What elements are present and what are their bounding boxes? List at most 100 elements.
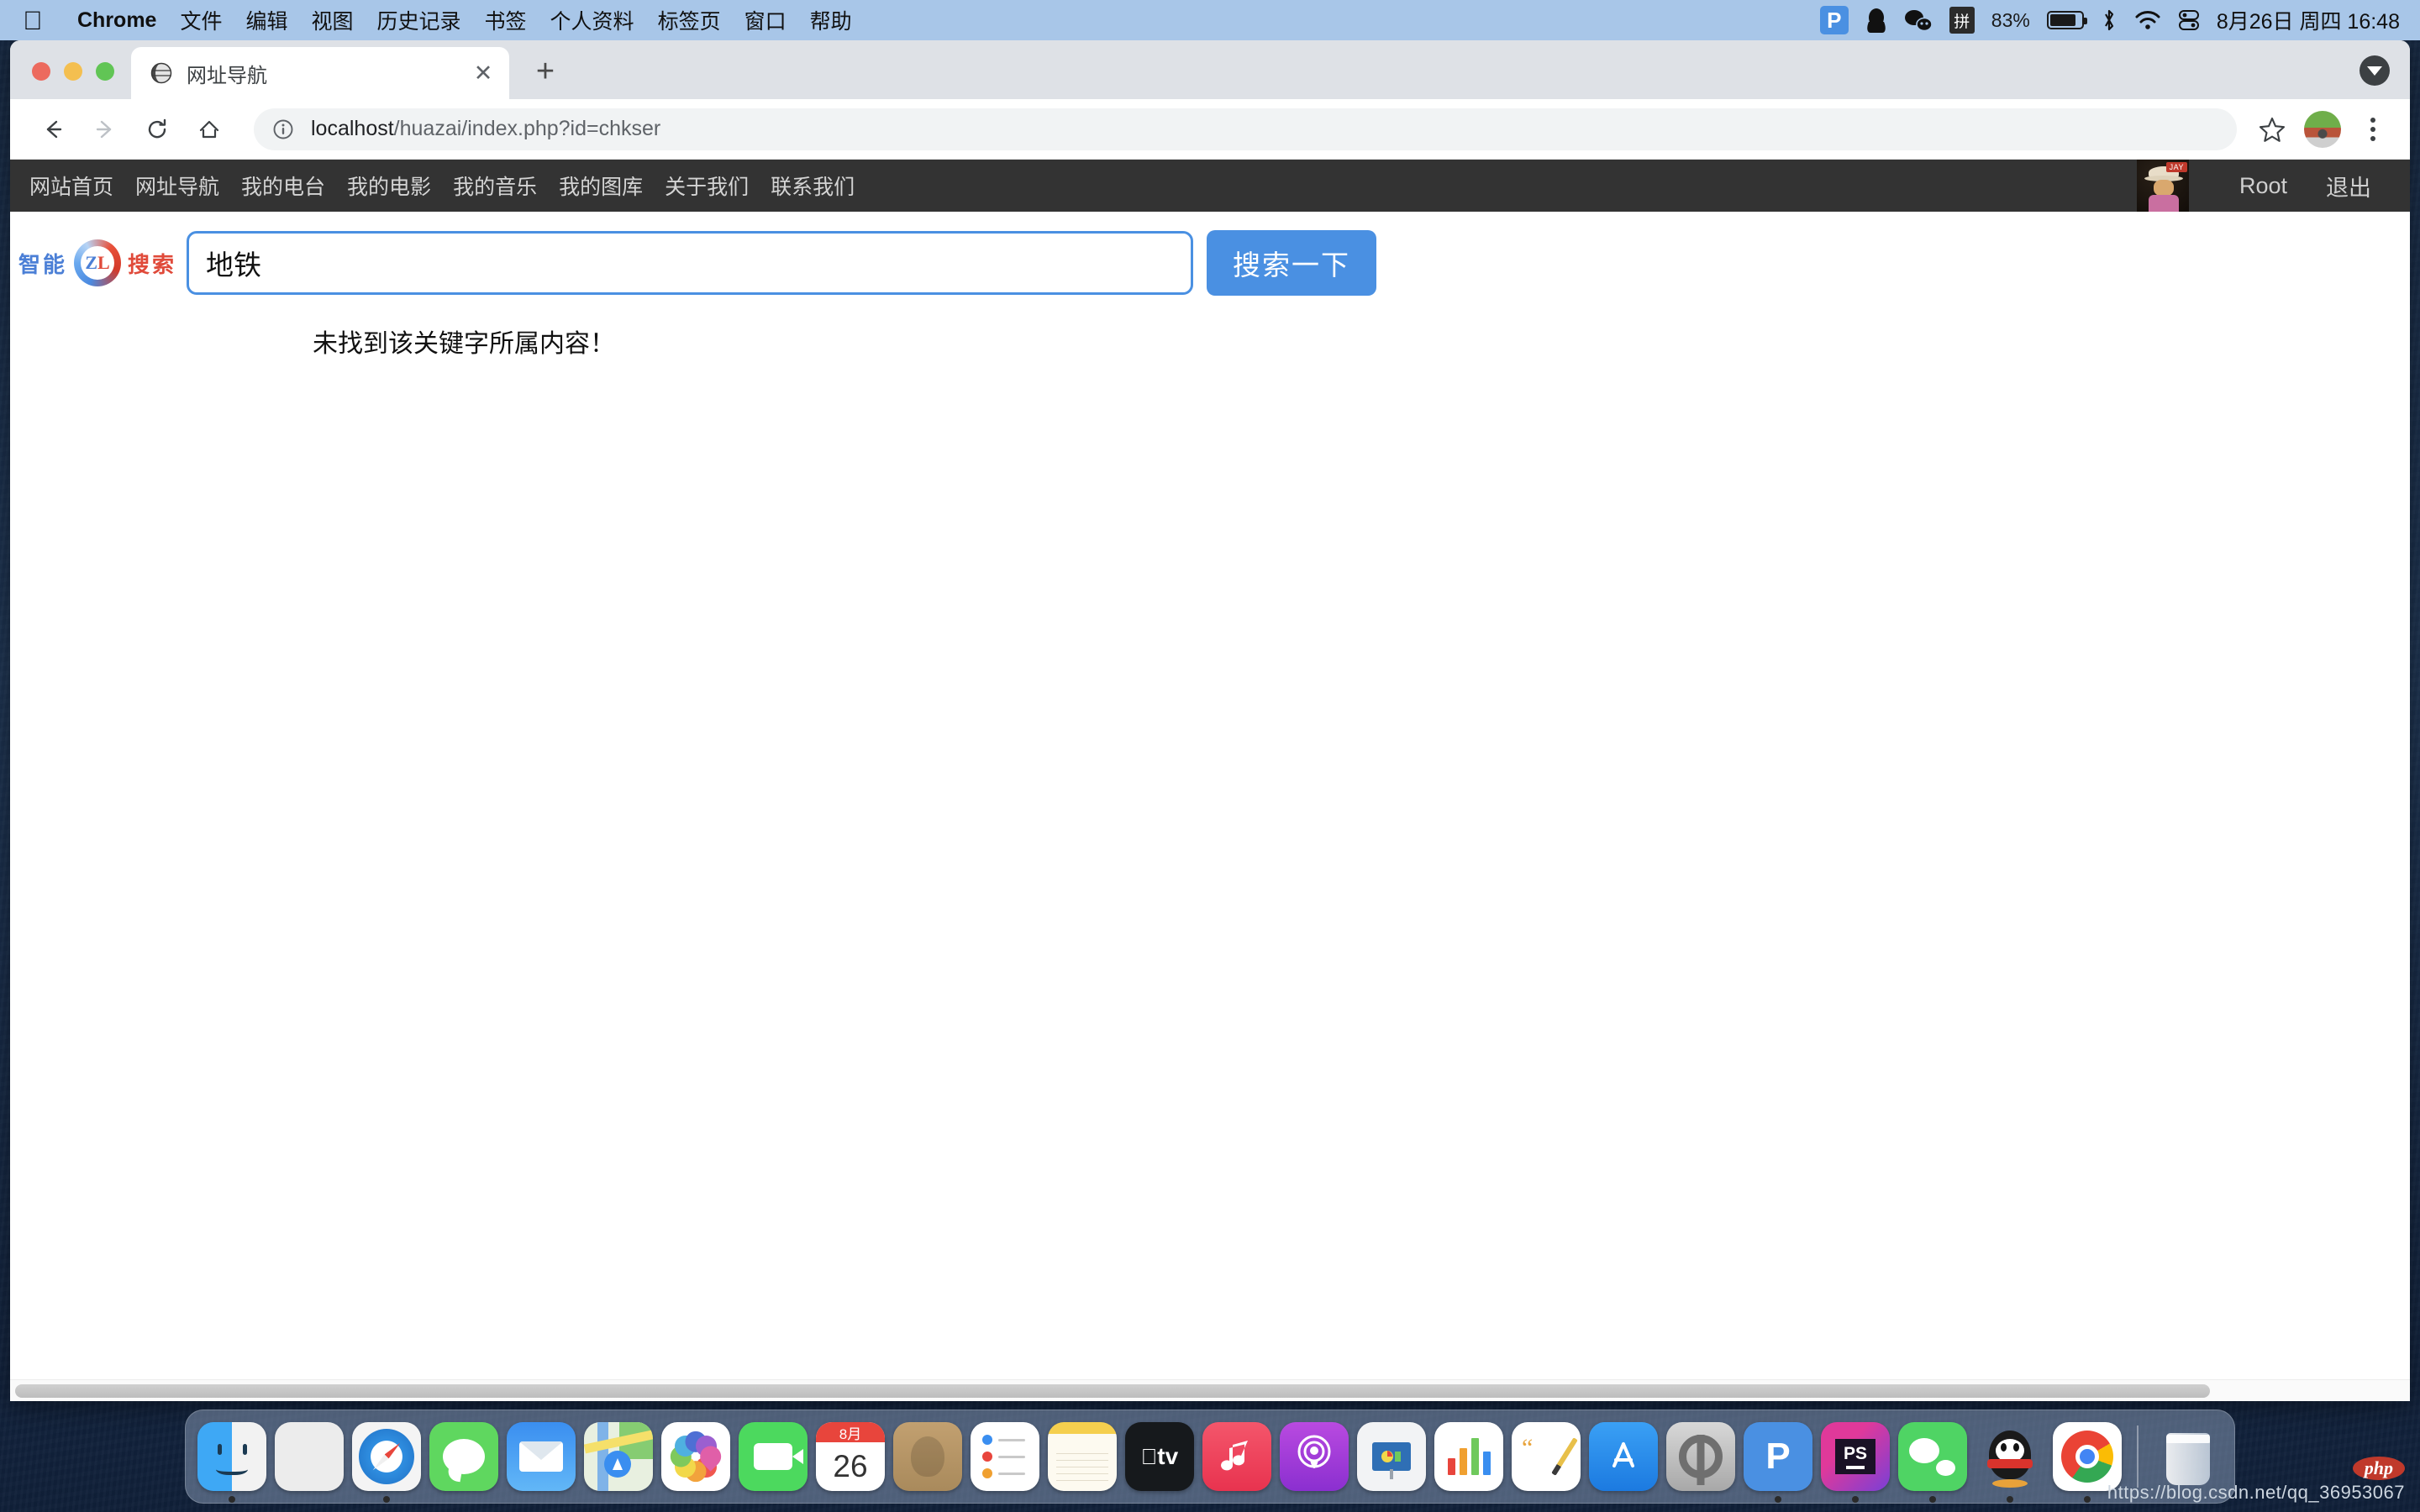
horizontal-scrollbar[interactable] bbox=[10, 1379, 2410, 1401]
menu-item-profile[interactable]: 个人资料 bbox=[539, 5, 646, 35]
logout-button[interactable]: 退出 bbox=[2326, 170, 2410, 202]
dock-item-safari[interactable] bbox=[352, 1422, 421, 1491]
menu-item-bookmarks[interactable]: 书签 bbox=[473, 5, 539, 35]
three-dots-icon[interactable] bbox=[2356, 118, 2390, 141]
menu-item-edit[interactable]: 编辑 bbox=[234, 5, 299, 35]
scrollbar-thumb[interactable] bbox=[15, 1384, 2210, 1398]
search-row: 智能 ZL 搜索 搜索一下 bbox=[10, 212, 2410, 296]
info-circle-icon[interactable] bbox=[271, 117, 296, 142]
calendar-month-label: 8月 bbox=[816, 1422, 885, 1442]
username-label: Root bbox=[2189, 173, 2326, 199]
dock-item-pages[interactable]: “ bbox=[1512, 1422, 1581, 1491]
dock-item-calendar[interactable]: 8月 26 bbox=[816, 1422, 885, 1491]
input-method-icon[interactable]: 拼 bbox=[1949, 7, 1975, 34]
dock-item-appletv[interactable]: tv bbox=[1125, 1422, 1194, 1491]
menu-item-chrome[interactable]: Chrome bbox=[66, 8, 168, 33]
menu-item-view[interactable]: 视图 bbox=[300, 5, 366, 35]
menu-bar-status-group: P 拼 83% bbox=[1820, 5, 2420, 35]
menu-item-window[interactable]: 窗口 bbox=[733, 5, 798, 35]
menu-item-tabs[interactable]: 标签页 bbox=[646, 5, 733, 35]
reload-icon[interactable] bbox=[134, 107, 180, 152]
caret-down-icon[interactable] bbox=[2360, 55, 2390, 86]
dock-item-numbers[interactable] bbox=[1434, 1422, 1503, 1491]
home-icon[interactable] bbox=[187, 107, 232, 152]
menu-bar-clock[interactable]: 8月26日 周四 16:48 bbox=[2217, 5, 2400, 35]
logo-text-right: 搜索 bbox=[128, 248, 176, 279]
battery-icon bbox=[2047, 11, 2084, 29]
dock-item-photos[interactable] bbox=[661, 1422, 730, 1491]
dock-item-wechat[interactable] bbox=[1898, 1422, 1967, 1491]
dock-item-finder[interactable] bbox=[197, 1422, 266, 1491]
photoshop-label: PS bbox=[1844, 1445, 1867, 1462]
tab-strip-right-group bbox=[2360, 55, 2410, 99]
browser-tab-title: 网址导航 bbox=[187, 59, 471, 88]
bluetooth-icon[interactable] bbox=[2101, 8, 2118, 33]
dock-item-contacts[interactable] bbox=[893, 1422, 962, 1491]
star-icon[interactable] bbox=[2252, 109, 2292, 150]
close-tab-button[interactable]: ✕ bbox=[471, 60, 496, 86]
nav-item-gallery[interactable]: 我的图库 bbox=[548, 171, 654, 201]
menu-item-file[interactable]: 文件 bbox=[168, 5, 234, 35]
globe-icon bbox=[150, 61, 173, 85]
site-logo: 智能 ZL 搜索 bbox=[18, 239, 187, 286]
nav-item-contact[interactable]: 联系我们 bbox=[760, 171, 865, 201]
page-content: 网站首页 网址导航 我的电台 我的电影 我的音乐 我的图库 关于我们 联系我们 … bbox=[10, 160, 2410, 1401]
macos-dock: 8月 26 tv bbox=[185, 1410, 2235, 1504]
new-tab-button[interactable]: + bbox=[521, 47, 570, 96]
watermark: php https://blog.csdn.net/qq_36953067 bbox=[2107, 1457, 2405, 1504]
phpstorm-label: P bbox=[1765, 1436, 1790, 1478]
dock-item-launchpad[interactable] bbox=[275, 1422, 344, 1491]
dock-item-appstore[interactable] bbox=[1589, 1422, 1658, 1491]
dock-item-photoshop[interactable]: PS bbox=[1821, 1422, 1890, 1491]
menu-bar-left-group:  Chrome 文件 编辑 视图 历史记录 书签 个人资料 标签页 窗口 帮助 bbox=[0, 5, 864, 35]
search-input[interactable] bbox=[187, 231, 1193, 295]
nav-item-music[interactable]: 我的音乐 bbox=[442, 171, 548, 201]
dock-item-music[interactable] bbox=[1202, 1422, 1271, 1491]
search-button[interactable]: 搜索一下 bbox=[1207, 230, 1376, 296]
dock-item-notes[interactable] bbox=[1048, 1422, 1117, 1491]
browser-toolbar: localhost/huazai/index.php?id=chkser bbox=[10, 99, 2410, 160]
wifi-icon[interactable] bbox=[2134, 9, 2161, 31]
macos-menu-bar:  Chrome 文件 编辑 视图 历史记录 书签 个人资料 标签页 窗口 帮助… bbox=[0, 0, 2420, 40]
wechat-icon[interactable] bbox=[1904, 8, 1933, 32]
apple-logo-icon[interactable]:  bbox=[22, 8, 44, 33]
maximize-window-button[interactable] bbox=[96, 62, 114, 81]
nav-item-home[interactable]: 网站首页 bbox=[18, 171, 124, 201]
dock-item-phpstorm[interactable]: P bbox=[1744, 1422, 1812, 1491]
address-bar-url: localhost/huazai/index.php?id=chkser bbox=[311, 117, 660, 141]
avatar-badge: JAY bbox=[2166, 162, 2187, 172]
dock-item-qq[interactable] bbox=[1975, 1422, 2044, 1491]
calendar-day-label: 26 bbox=[833, 1442, 867, 1491]
minimize-window-button[interactable] bbox=[64, 62, 82, 81]
battery-status[interactable]: 83% bbox=[1991, 9, 2084, 32]
dock-item-messages[interactable] bbox=[429, 1422, 498, 1491]
logo-mark-z: Z bbox=[85, 252, 97, 274]
arrow-right-icon[interactable] bbox=[82, 107, 128, 152]
dock-item-facetime[interactable] bbox=[739, 1422, 808, 1491]
nav-item-movies[interactable]: 我的电影 bbox=[336, 171, 442, 201]
parallels-status-icon[interactable]: P bbox=[1820, 6, 1849, 34]
menu-item-help[interactable]: 帮助 bbox=[798, 5, 864, 35]
search-result-message: 未找到该关键字所属内容！ bbox=[10, 296, 2410, 360]
avatar[interactable]: JAY bbox=[2137, 160, 2189, 212]
browser-tab[interactable]: 网址导航 ✕ bbox=[131, 47, 509, 99]
dock-item-podcasts[interactable] bbox=[1280, 1422, 1349, 1491]
dock-item-mail[interactable] bbox=[507, 1422, 576, 1491]
qq-penguin-icon[interactable] bbox=[1865, 7, 1887, 34]
logo-text-left: 智能 bbox=[18, 248, 67, 279]
menu-item-history[interactable]: 历史记录 bbox=[366, 5, 473, 35]
url-host: localhost bbox=[311, 117, 394, 140]
appletv-label: tv bbox=[1157, 1443, 1178, 1470]
close-window-button[interactable] bbox=[32, 62, 50, 81]
dock-item-keynote[interactable] bbox=[1357, 1422, 1426, 1491]
profile-avatar[interactable] bbox=[2304, 111, 2341, 148]
control-center-icon[interactable] bbox=[2178, 9, 2200, 31]
nav-item-radio[interactable]: 我的电台 bbox=[230, 171, 336, 201]
nav-item-about[interactable]: 关于我们 bbox=[654, 171, 760, 201]
dock-item-system-preferences[interactable] bbox=[1666, 1422, 1735, 1491]
address-bar[interactable]: localhost/huazai/index.php?id=chkser bbox=[254, 108, 2237, 150]
dock-item-maps[interactable] bbox=[584, 1422, 653, 1491]
nav-item-url-nav[interactable]: 网址导航 bbox=[124, 171, 230, 201]
arrow-left-icon[interactable] bbox=[30, 107, 76, 152]
dock-item-reminders[interactable] bbox=[971, 1422, 1039, 1491]
